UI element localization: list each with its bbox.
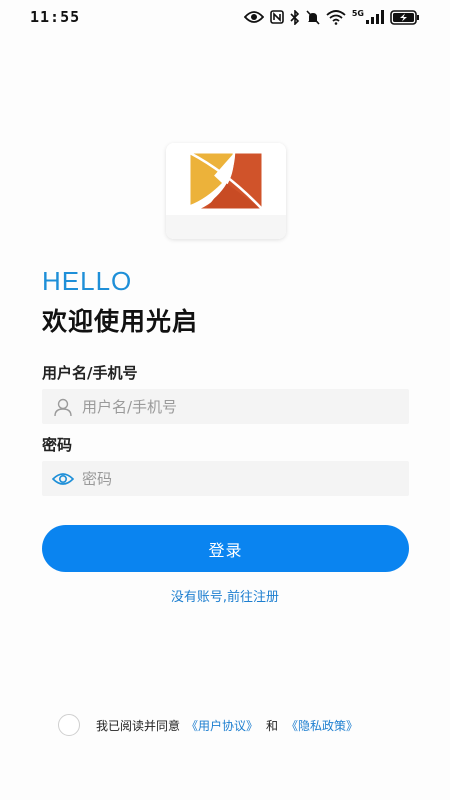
username-field[interactable] [42, 389, 409, 424]
login-button[interactable]: 登录 [42, 525, 409, 572]
username-input[interactable] [82, 397, 382, 416]
agreement-row: 我已阅读并同意 《用户协议》 和 《隐私政策》 [58, 714, 358, 736]
password-input[interactable] [82, 469, 382, 488]
eye-icon [243, 10, 264, 24]
hello-heading: HELLO [42, 266, 133, 296]
app-logo [166, 143, 286, 239]
signal-icon: 5G [352, 10, 384, 24]
battery-charging-icon [390, 9, 420, 25]
login-screen: 11:55 5G HELLO 欢迎使用光启 用户名/手机号 用户名/手机号 密码… [0, 0, 450, 800]
status-icons: 5G [243, 9, 420, 25]
password-field[interactable] [42, 461, 409, 496]
agreement-prefix: 我已阅读并同意 [96, 718, 181, 733]
wifi-icon [326, 9, 346, 25]
username-label: 用户名/手机号 [42, 364, 138, 382]
network-type: 5G [351, 9, 364, 18]
mute-icon [306, 9, 320, 25]
bluetooth-icon [290, 9, 300, 25]
agree-checkbox[interactable] [58, 714, 80, 736]
welcome-title: 欢迎使用光启 [42, 307, 199, 336]
password-label: 密码 [42, 436, 73, 454]
agreement-conjunction: 和 [266, 718, 279, 733]
privacy-policy-link[interactable]: 《隐私政策》 [286, 717, 358, 734]
eye-icon[interactable] [52, 468, 74, 490]
register-link[interactable]: 没有账号,前往注册 [0, 586, 450, 605]
user-icon [52, 396, 74, 418]
status-bar: 11:55 5G [0, 0, 450, 34]
nfc-icon [270, 10, 284, 24]
status-time: 11:55 [30, 8, 81, 26]
user-agreement-link[interactable]: 《用户协议》 [186, 717, 258, 734]
